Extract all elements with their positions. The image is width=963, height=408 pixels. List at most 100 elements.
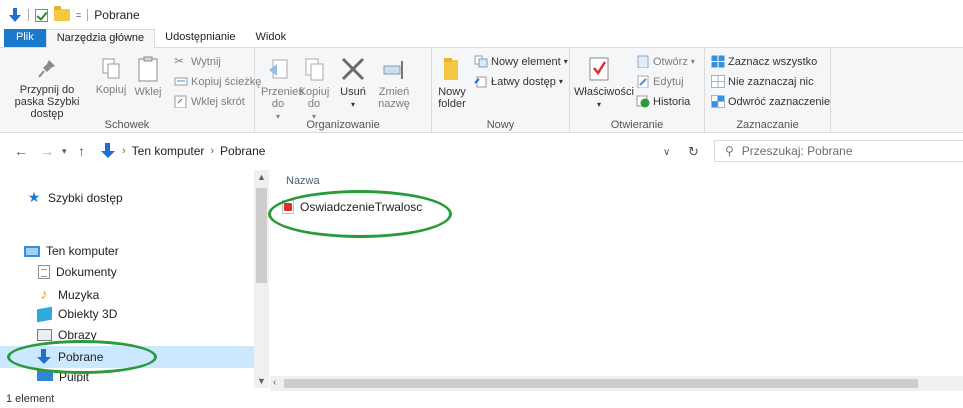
scrollbar-thumb[interactable] bbox=[256, 188, 267, 283]
nav-item-downloads[interactable]: Pobrane bbox=[36, 349, 103, 365]
nav-item-label: Pobrane bbox=[58, 350, 104, 364]
nav-item-label: Szybki dostęp bbox=[48, 190, 123, 205]
edit-button[interactable]: Edytuj bbox=[636, 75, 684, 89]
group-label-clipboard: Schowek bbox=[104, 119, 150, 131]
nav-pane-scrollbar[interactable]: ▲ ▼ bbox=[254, 170, 269, 388]
select-none-icon bbox=[711, 75, 725, 88]
download-icon[interactable] bbox=[8, 8, 22, 22]
scroll-left-icon[interactable]: ‹ bbox=[273, 377, 276, 388]
quick-access-toolbar-dropdown[interactable]: = bbox=[76, 10, 81, 20]
open-label: Otwórz bbox=[653, 55, 688, 68]
copy-to-button[interactable]: Kopiuj do ▾ bbox=[297, 58, 331, 123]
tab-file[interactable]: Plik bbox=[4, 29, 46, 47]
column-header-name[interactable]: Nazwa bbox=[286, 175, 320, 187]
paste-shortcut-icon bbox=[174, 95, 188, 109]
refresh-icon[interactable]: ↻ bbox=[688, 144, 699, 160]
select-all-label: Zaznacz wszystko bbox=[728, 55, 818, 68]
tab-home[interactable]: Narzędzia główne bbox=[45, 29, 156, 48]
select-none-button[interactable]: Nie zaznaczaj nic bbox=[711, 75, 814, 88]
history-button[interactable]: Historia bbox=[636, 95, 690, 108]
select-all-button[interactable]: Zaznacz wszystko bbox=[711, 55, 817, 68]
nav-item-this-pc[interactable]: Ten komputer bbox=[24, 244, 119, 258]
up-arrow-icon[interactable]: ↑ bbox=[78, 143, 85, 159]
cube-3d-icon bbox=[37, 306, 52, 322]
scroll-up-icon[interactable]: ▲ bbox=[257, 172, 266, 182]
new-folder-button[interactable]: Nowy folder bbox=[436, 56, 468, 110]
breadcrumb-this-pc[interactable]: Ten komputer bbox=[132, 144, 205, 158]
copy-path-button[interactable]: Kopiuj ścieżkę bbox=[174, 75, 261, 88]
pin-label: Przypnij do paska Szybki dostęp bbox=[14, 84, 80, 120]
search-input[interactable]: ⚲ Przeszukaj: Pobrane bbox=[714, 140, 963, 162]
invert-selection-label: Odwróć zaznaczenie bbox=[728, 95, 831, 108]
pin-quick-access-button[interactable]: Przypnij do paska Szybki dostęp bbox=[4, 58, 90, 120]
paste-label: Wklej bbox=[134, 86, 162, 98]
new-item-label: Nowy element bbox=[491, 55, 561, 68]
history-icon bbox=[636, 95, 650, 108]
paste-shortcut-button[interactable]: Wklej skrót bbox=[174, 95, 245, 109]
file-item[interactable]: OswiadczenieTrwalosc bbox=[282, 200, 422, 214]
move-to-button[interactable]: Przenieś do ▾ bbox=[261, 58, 304, 123]
copy-path-label: Kopiuj ścieżkę bbox=[191, 75, 262, 88]
group-label-open: Otwieranie bbox=[610, 119, 664, 131]
ribbon-tabs: Plik Narzędzia główne Udostępnianie Wido… bbox=[0, 29, 963, 48]
copy-path-icon bbox=[174, 75, 188, 88]
divider bbox=[87, 9, 89, 21]
properties-icon bbox=[588, 56, 610, 82]
copy-button[interactable]: Kopiuj bbox=[94, 58, 128, 96]
nav-item-desktop[interactable]: Pulpit bbox=[37, 370, 89, 382]
search-icon: ⚲ bbox=[725, 144, 734, 158]
delete-x-icon bbox=[340, 56, 366, 82]
nav-item-music[interactable]: ♪ Muzyka bbox=[36, 286, 99, 303]
move-to-icon bbox=[267, 58, 289, 82]
nav-item-documents[interactable]: Dokumenty bbox=[38, 265, 117, 279]
new-item-button[interactable]: Nowy element ▾ bbox=[474, 55, 568, 68]
paste-button[interactable]: Wklej bbox=[132, 56, 164, 98]
horizontal-scrollbar[interactable]: ‹ bbox=[270, 376, 963, 391]
back-arrow-icon[interactable]: ← bbox=[14, 143, 28, 159]
scroll-down-icon[interactable]: ▼ bbox=[257, 376, 266, 386]
select-none-label: Nie zaznaczaj nic bbox=[728, 75, 814, 88]
address-row: ← → ▾ ↑ › Ten komputer › Pobrane ∨ ↻ ⚲ P… bbox=[0, 136, 963, 166]
open-icon bbox=[636, 55, 650, 69]
breadcrumb-separator-icon: › bbox=[210, 145, 215, 157]
invert-selection-button[interactable]: Odwróć zaznaczenie bbox=[711, 95, 830, 108]
move-to-label: Przenieś do bbox=[261, 86, 304, 110]
chevron-down-icon: ▾ bbox=[558, 77, 563, 86]
folder-icon bbox=[441, 56, 463, 82]
delete-label: Usuń bbox=[340, 86, 366, 98]
address-bar[interactable]: › Ten komputer › Pobrane bbox=[96, 140, 710, 162]
new-folder-icon[interactable] bbox=[54, 6, 70, 21]
group-select: Zaznacz wszystko Nie zaznaczaj nic Odwró… bbox=[705, 48, 831, 133]
rename-button[interactable]: Zmień nazwę bbox=[375, 58, 413, 110]
scrollbar-thumb[interactable] bbox=[284, 379, 918, 388]
open-button[interactable]: Otwórz ▾ bbox=[636, 55, 695, 69]
group-label-new: Nowy bbox=[486, 119, 515, 131]
nav-item-quick-access[interactable]: ★ Szybki dostęp bbox=[26, 189, 123, 206]
delete-button[interactable]: Usuń ▾ bbox=[337, 56, 369, 111]
tab-share[interactable]: Udostępnianie bbox=[155, 29, 245, 47]
cut-button[interactable]: ✂ Wytnij bbox=[174, 55, 221, 68]
forward-arrow-icon[interactable]: → bbox=[40, 143, 54, 159]
nav-item-label: Obiekty 3D bbox=[58, 307, 118, 321]
nav-item-label: Obrazy bbox=[58, 328, 97, 342]
recent-locations-chevron-icon[interactable]: ▾ bbox=[62, 146, 67, 157]
paste-shortcut-label: Wklej skrót bbox=[191, 95, 245, 108]
easy-access-label: Łatwy dostęp bbox=[491, 75, 556, 88]
nav-item-3d-objects[interactable]: Obiekty 3D bbox=[37, 306, 118, 322]
group-clipboard: Przypnij do paska Szybki dostęp Kopiuj W… bbox=[0, 48, 261, 133]
properties-check-icon[interactable] bbox=[35, 8, 48, 22]
copy-to-label: Kopiuj do bbox=[298, 86, 330, 110]
rename-icon bbox=[382, 58, 406, 82]
address-dropdown-chevron-icon[interactable]: ∨ bbox=[663, 147, 670, 158]
nav-item-pictures[interactable]: Obrazy bbox=[37, 328, 97, 342]
properties-button[interactable]: Właściwości ▾ bbox=[574, 56, 634, 111]
easy-access-button[interactable]: Łatwy dostęp ▾ bbox=[474, 75, 563, 88]
history-label: Historia bbox=[653, 95, 691, 108]
title-bar: = Pobrane bbox=[0, 0, 963, 30]
chevron-down-icon: ▾ bbox=[596, 100, 601, 109]
breadcrumb-downloads[interactable]: Pobrane bbox=[220, 144, 265, 158]
navigation-pane: ★ Szybki dostęp Ten komputer Dokumenty ♪… bbox=[0, 170, 269, 388]
pictures-icon bbox=[37, 329, 52, 341]
tab-view[interactable]: Widok bbox=[246, 29, 297, 47]
pdf-file-icon bbox=[282, 200, 294, 214]
